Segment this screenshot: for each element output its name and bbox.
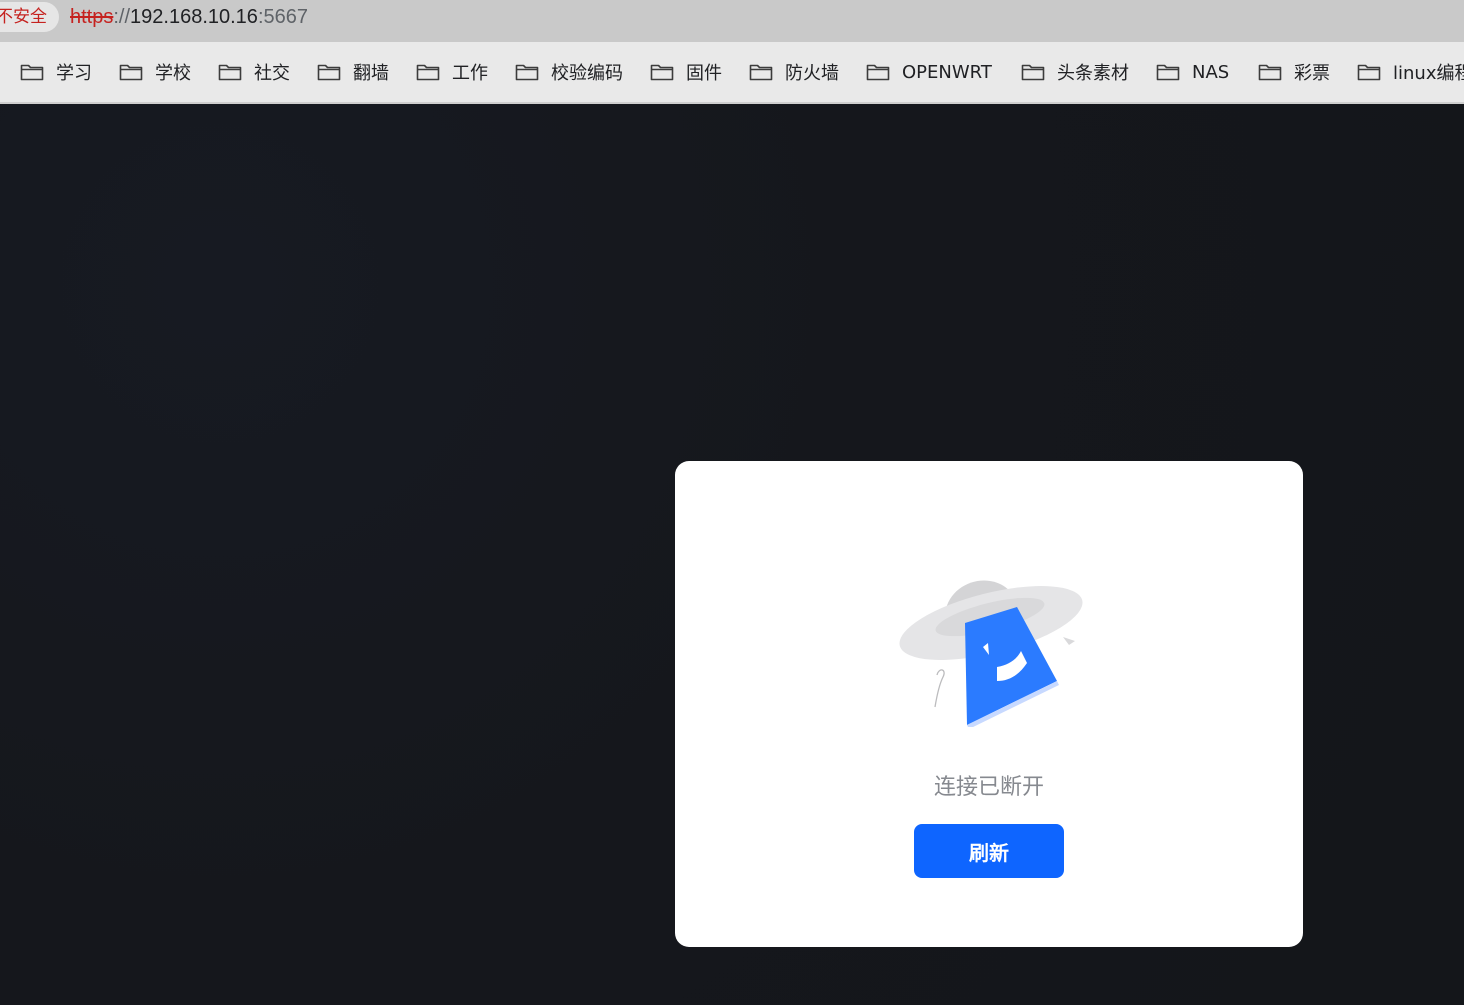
bookmark-label: 校验编码 <box>551 63 623 84</box>
bookmark-firewall[interactable]: 防火墙 <box>749 42 839 102</box>
bookmark-label: 社交 <box>254 63 290 84</box>
bookmark-work[interactable]: 工作 <box>416 42 488 102</box>
refresh-button[interactable]: 刷新 <box>914 824 1064 878</box>
url-host: 192.168.10.16 <box>130 6 258 28</box>
folder-icon <box>1021 64 1045 81</box>
security-warning-label: 不安全 <box>0 7 47 27</box>
bookmark-toutiao-material[interactable]: 头条素材 <box>1021 42 1129 102</box>
folder-icon <box>20 64 44 81</box>
bookmark-label: 翻墙 <box>353 63 389 84</box>
url-field[interactable]: https://192.168.10.16:5667 <box>70 4 308 30</box>
bookmark-label: 头条素材 <box>1057 63 1129 84</box>
bookmark-label: 学习 <box>56 63 92 84</box>
bookmark-openwrt[interactable]: OPENWRT <box>866 42 992 102</box>
folder-icon <box>650 64 674 81</box>
bookmark-label: linux编程 <box>1393 63 1464 84</box>
bookmark-linux-programming[interactable]: linux编程 <box>1357 42 1464 102</box>
folder-icon <box>749 64 773 81</box>
address-bar: 不安全 https://192.168.10.16:5667 <box>0 0 1464 42</box>
bookmark-checksum-encoding[interactable]: 校验编码 <box>515 42 623 102</box>
disconnected-message: 连接已断开 <box>933 775 1044 800</box>
bookmark-lottery[interactable]: 彩票 <box>1258 42 1330 102</box>
folder-icon <box>317 64 341 81</box>
security-warning-chip[interactable]: 不安全 <box>0 2 59 32</box>
folder-icon <box>1357 64 1381 81</box>
folder-icon <box>119 64 143 81</box>
bookmark-label: 工作 <box>452 63 488 84</box>
bookmark-firmware[interactable]: 固件 <box>650 42 722 102</box>
bookmark-label: 防火墙 <box>785 63 839 84</box>
bookmark-label: OPENWRT <box>902 61 992 83</box>
ufo-disconnected-icon <box>899 580 1083 727</box>
folder-icon <box>416 64 440 81</box>
bookmark-label: 学校 <box>155 63 191 84</box>
folder-icon <box>866 64 890 81</box>
bookmark-study[interactable]: 学习 <box>20 42 92 102</box>
folder-icon <box>218 64 242 81</box>
url-separator: :// <box>113 6 131 28</box>
url-scheme: https <box>70 6 114 28</box>
bookmark-social[interactable]: 社交 <box>218 42 290 102</box>
bookmark-label: NAS <box>1192 61 1230 83</box>
folder-icon <box>515 64 539 81</box>
url-port: :5667 <box>257 6 308 28</box>
bookmark-school[interactable]: 学校 <box>119 42 191 102</box>
bookmarks-bar: 学习 学校 社交 翻墙 工作 校验编码 固件 防火墙 OPENWRT 头条素材 … <box>0 42 1464 104</box>
bookmark-nas[interactable]: NAS <box>1156 42 1229 102</box>
bookmark-label: 固件 <box>686 63 722 84</box>
disconnected-dialog: 连接已断开 刷新 <box>675 461 1303 947</box>
bookmark-vpn[interactable]: 翻墙 <box>317 42 389 102</box>
bookmark-label: 彩票 <box>1294 63 1330 84</box>
folder-icon <box>1258 64 1282 81</box>
folder-icon <box>1156 64 1180 81</box>
